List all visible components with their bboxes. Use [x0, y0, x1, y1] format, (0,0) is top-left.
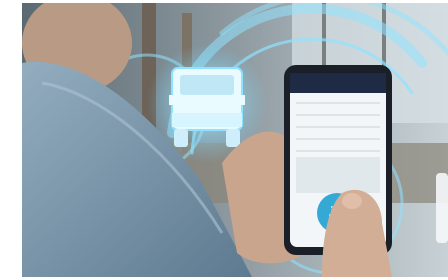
second-device [436, 173, 448, 243]
phone-map-area [296, 157, 380, 193]
thumb [342, 193, 362, 209]
photo: Send unlock [22, 3, 448, 277]
image-frame: Send unlock [0, 0, 448, 280]
phone-app-header [290, 73, 386, 93]
